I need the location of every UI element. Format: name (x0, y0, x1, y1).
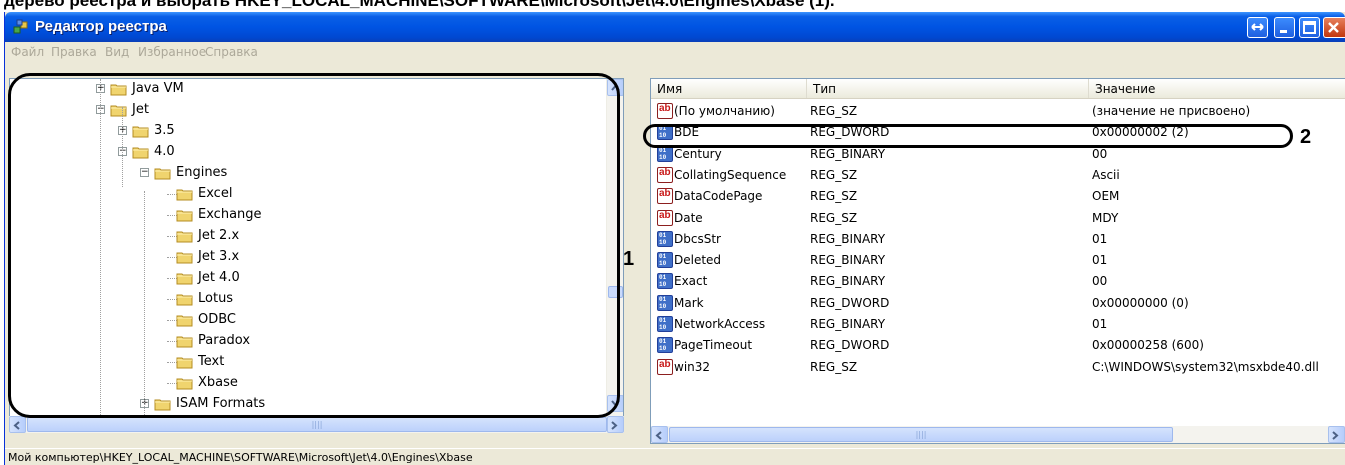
binary-value-icon (657, 337, 673, 354)
list-row[interactable]: DataCodePage REG_SZ OEM (651, 186, 1345, 207)
list-header: Имя Тип Значение (651, 79, 1345, 99)
column-type[interactable]: Тип (807, 79, 1089, 98)
column-value[interactable]: Значение (1089, 79, 1345, 98)
list-row[interactable]: CollatingSequence REG_SZ Ascii (651, 165, 1345, 186)
list-horizontal-scrollbar[interactable]: |||| (651, 426, 1345, 443)
annotation-number-1: 1 (623, 248, 635, 270)
annotation-oval-tree (8, 73, 620, 418)
value-name: Century (674, 146, 722, 161)
value-data: 0x00000000 (0) (1092, 295, 1189, 310)
close-button[interactable] (1323, 17, 1345, 38)
restore-button[interactable] (1247, 17, 1268, 38)
scroll-left-button[interactable] (651, 426, 668, 443)
value-name: win32 (674, 359, 711, 374)
value-type: REG_BINARY (810, 231, 886, 246)
annotation-number-2: 2 (1300, 126, 1312, 148)
value-name: DbcsStr (674, 231, 721, 246)
cropped-caption: дерево реестра и выбрать HKEY_LOCAL_MACH… (4, 0, 835, 10)
status-path: Мой компьютер\HKEY_LOCAL_MACHINE\SOFTWAR… (8, 451, 473, 464)
menu-bar: Файл Правка Вид Избранное Справка (5, 42, 1345, 62)
list-row[interactable]: (По умолчанию) REG_SZ (значение не присвое… (651, 101, 1345, 122)
regedit-icon (13, 19, 28, 34)
menu-edit[interactable]: Правка (51, 45, 97, 59)
list-row[interactable]: win32 REG_SZ C:\WINDOWS\system32\msxbde40.… (651, 357, 1345, 378)
value-data: C:\WINDOWS\system32\msxbde40.dll (1092, 359, 1319, 374)
scroll-thumb-horizontal[interactable]: |||| (27, 417, 607, 432)
value-name: PageTimeout (674, 338, 753, 353)
value-type: REG_SZ (810, 189, 858, 204)
value-name: Date (674, 210, 703, 225)
list-row[interactable]: Date REG_SZ MDY (651, 208, 1345, 229)
annotation-oval-bde (643, 124, 1293, 148)
value-type: REG_SZ (810, 104, 858, 118)
value-data: 01 (1092, 231, 1108, 246)
list-row[interactable]: Mark REG_DWORD 0x00000000 (0) (651, 293, 1345, 314)
value-data: OEM (1092, 189, 1120, 204)
menu-file[interactable]: Файл (11, 45, 44, 59)
menu-favorites[interactable]: Избранное (138, 45, 206, 59)
list-row[interactable]: NetworkAccess REG_BINARY 01 (651, 314, 1345, 335)
value-data: 01 (1092, 253, 1108, 268)
scroll-thumb-horizontal[interactable]: |||| (669, 427, 1173, 442)
value-name: Deleted (674, 253, 722, 268)
value-type: REG_BINARY (810, 317, 886, 331)
value-name: NetworkAccess (674, 317, 766, 331)
value-data: 00 (1092, 274, 1108, 289)
value-type: REG_SZ (810, 359, 858, 374)
binary-value-icon (657, 230, 673, 247)
string-value-icon (657, 188, 673, 205)
value-name: Exact (674, 274, 708, 289)
list-row[interactable]: DbcsStr REG_BINARY 01 (651, 229, 1345, 250)
value-type: REG_BINARY (810, 274, 886, 289)
minimize-button[interactable] (1274, 17, 1295, 38)
value-data: 01 (1092, 317, 1108, 331)
value-type: REG_DWORD (810, 295, 890, 310)
value-data: MDY (1092, 210, 1119, 225)
binary-value-icon (657, 273, 673, 290)
list-row[interactable]: PageTimeout REG_DWORD 0x00000258 (600) (651, 335, 1345, 356)
menu-help[interactable]: Справка (205, 45, 258, 59)
binary-value-icon (657, 252, 673, 269)
binary-value-icon (657, 294, 673, 311)
value-name: DataCodePage (674, 189, 763, 204)
value-data: 0x00000258 (600) (1092, 338, 1204, 353)
list-row[interactable]: Exact REG_BINARY 00 (651, 271, 1345, 292)
string-value-icon (657, 103, 673, 119)
value-data: (значение не присвоено) (1092, 104, 1251, 118)
string-value-icon (657, 166, 673, 183)
value-type: REG_BINARY (810, 253, 886, 268)
value-type: REG_SZ (810, 210, 858, 225)
value-data: 00 (1092, 146, 1108, 161)
window-title: Редактор реестра (35, 18, 167, 35)
status-bar: Мой компьютер\HKEY_LOCAL_MACHINE\SOFTWAR… (5, 448, 1345, 465)
binary-value-icon (657, 316, 673, 332)
scroll-left-button[interactable] (9, 416, 26, 433)
scroll-right-button[interactable] (607, 416, 624, 433)
maximize-button[interactable] (1299, 17, 1320, 38)
title-bar[interactable]: Редактор реестра (5, 12, 1345, 42)
value-type: REG_DWORD (810, 338, 890, 353)
string-value-icon (657, 209, 673, 226)
value-type: REG_SZ (810, 167, 858, 182)
menu-view[interactable]: Вид (105, 45, 129, 59)
value-type: REG_BINARY (810, 146, 886, 161)
value-data: Ascii (1092, 167, 1120, 182)
list-row[interactable]: Deleted REG_BINARY 01 (651, 250, 1345, 271)
value-name: CollatingSequence (674, 167, 787, 182)
value-name: (По умолчанию) (674, 104, 775, 118)
column-name[interactable]: Имя (651, 79, 807, 98)
string-value-icon (657, 358, 673, 375)
scroll-right-button[interactable] (1328, 426, 1345, 443)
tree-horizontal-scrollbar[interactable]: |||| (9, 416, 624, 433)
value-name: Mark (674, 295, 704, 310)
